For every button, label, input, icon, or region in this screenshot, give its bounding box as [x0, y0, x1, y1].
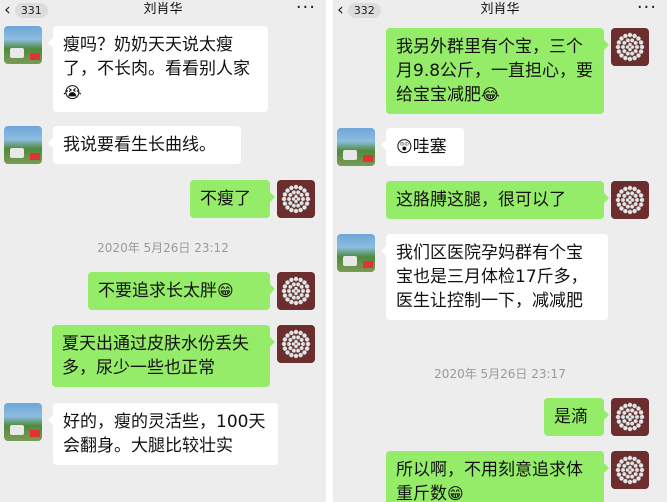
message-text: 我们区医院孕妈群有个宝宝也是三月体检17斤多，医生让控制一下，减减肥	[396, 243, 588, 311]
chat-title: 刘肖华	[143, 2, 183, 17]
message-bubble-outgoing[interactable]: 这胳膊这腿，很可以了	[386, 181, 609, 219]
pearl-cluster-icon	[615, 455, 645, 485]
pearl-cluster-icon	[615, 185, 645, 215]
contact-avatar[interactable]	[337, 234, 375, 272]
message-text: 不瘦了	[200, 189, 251, 209]
message-text: 好的，瘦的灵活些，100天会翻身。大腿比较壮实	[63, 412, 266, 456]
pearl-cluster-icon	[615, 32, 645, 62]
grinning-face-emoji: 😁	[447, 484, 464, 502]
chat-title: 刘肖华	[480, 2, 520, 17]
more-options-button[interactable]: ···	[637, 0, 657, 20]
message-bubble-incoming[interactable]: 我说要看生长曲线。	[48, 126, 241, 164]
tears-of-joy-emoji: 😂	[481, 85, 500, 104]
my-avatar-pearl-icon[interactable]	[611, 451, 649, 489]
my-avatar-pearl-icon[interactable]	[611, 398, 649, 436]
message-bubble-outgoing[interactable]: 我另外群里有个宝，三个月9.8公斤，一直担心，要给宝宝减肥😂	[386, 28, 609, 114]
chat-panel-right: ‹ 332 刘肖华 ··· 我另外群里有个宝，三个月9.8公斤，一直担心，要给宝…	[333, 0, 667, 502]
message-text: 夏天出通过皮肤水份丢失多，尿少一些也正常	[62, 334, 249, 378]
pearl-cluster-icon	[281, 329, 311, 359]
pearl-cluster-icon	[615, 402, 645, 432]
message-text: 所以啊，不用刻意追求体重斤数	[396, 460, 583, 502]
message-bubble-incoming[interactable]: 好的，瘦的灵活些，100天会翻身。大腿比较壮实	[48, 403, 278, 465]
my-avatar-pearl-icon[interactable]	[611, 181, 649, 219]
pearl-cluster-icon	[281, 184, 311, 214]
message-bubble-outgoing[interactable]: 夏天出通过皮肤水份丢失多，尿少一些也正常	[52, 325, 275, 387]
contact-avatar[interactable]	[4, 403, 42, 441]
timestamp: 2020年 5月26日 23:12	[97, 241, 229, 255]
message-bubble-outgoing[interactable]: 是滴	[544, 398, 609, 436]
message-text: 瘦吗？奶奶天天说太瘦了，不长肉。看看别人家	[63, 35, 250, 79]
crying-face-emoji: 😭	[63, 83, 82, 102]
message-bubble-incoming[interactable]: 😲哇塞	[381, 128, 464, 166]
message-text: 是滴	[554, 407, 588, 427]
message-bubble-outgoing[interactable]: 不瘦了	[190, 180, 275, 218]
chat-header: ‹ 332 刘肖华 ···	[333, 0, 667, 20]
timestamp: 2020年 5月26日 23:17	[434, 367, 566, 381]
message-bubble-outgoing[interactable]: 不要追求长太胖😁	[88, 272, 275, 310]
contact-avatar[interactable]	[4, 26, 42, 64]
more-options-button[interactable]: ···	[296, 0, 316, 20]
message-text: 我说要看生长曲线。	[63, 135, 216, 155]
message-bubble-incoming[interactable]: 我们区医院孕妈群有个宝宝也是三月体检17斤多，医生让控制一下，减减肥	[381, 234, 608, 320]
my-avatar-pearl-icon[interactable]	[611, 28, 649, 66]
astonished-face-emoji: 😲	[396, 137, 413, 156]
contact-avatar[interactable]	[337, 128, 375, 166]
message-bubble-incoming[interactable]: 瘦吗？奶奶天天说太瘦了，不长肉。看看别人家 😭	[48, 26, 268, 112]
grinning-face-emoji: 😁	[217, 281, 234, 300]
message-text: 不要追求长太胖	[98, 281, 217, 301]
my-avatar-pearl-icon[interactable]	[277, 272, 315, 310]
message-text: 哇塞	[412, 137, 447, 157]
chat-header: ‹ 331 刘肖华 ···	[0, 0, 326, 20]
message-bubble-outgoing[interactable]: 所以啊，不用刻意追求体重斤数😁	[386, 451, 609, 502]
my-avatar-pearl-icon[interactable]	[277, 180, 315, 218]
my-avatar-pearl-icon[interactable]	[277, 325, 315, 363]
pearl-cluster-icon	[281, 276, 311, 306]
contact-avatar[interactable]	[4, 126, 42, 164]
message-text: 这胳膊这腿，很可以了	[396, 190, 566, 210]
chat-panel-left: ‹ 331 刘肖华 ··· 瘦吗？奶奶天天说太瘦了，不长肉。看看别人家 😭 我说要…	[0, 0, 326, 502]
